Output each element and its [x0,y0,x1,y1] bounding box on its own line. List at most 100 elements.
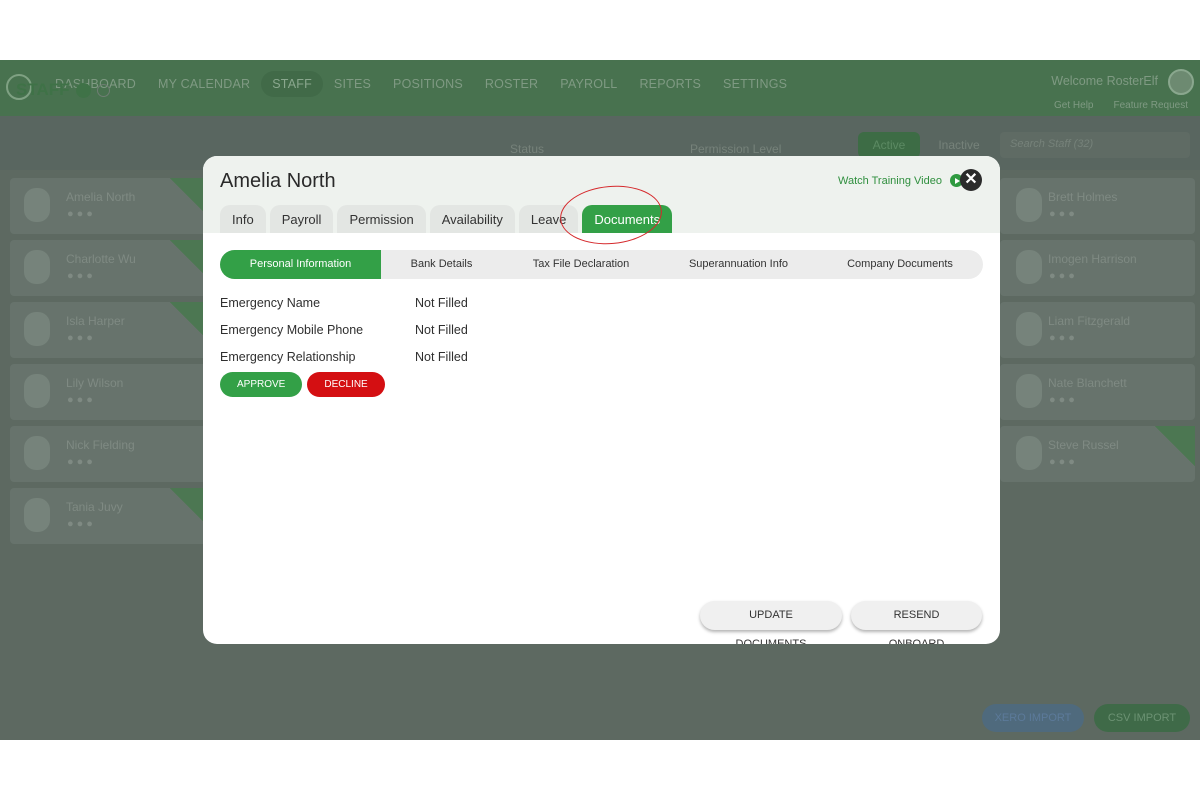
staff-card[interactable]: Nick Fielding ●●● [10,426,210,482]
staff-status-icons: ●●● [1049,208,1078,220]
avatar [1016,188,1042,222]
tab-documents[interactable]: Documents [582,205,673,233]
update-documents-button[interactable]: UPDATE DOCUMENTS [700,601,842,644]
staff-title: STAFF [16,80,110,100]
subtab-superannuation-info[interactable]: Superannuation Info [660,250,817,279]
nav-settings[interactable]: SETTINGS [712,71,798,97]
staff-card[interactable]: Charlotte Wu ●●● [10,240,210,296]
watch-training-label: Watch Training Video [838,174,942,187]
field-value: Not Filled [415,322,468,337]
staff-name: Liam Fitzgerald [1048,314,1131,328]
search-staff-input[interactable]: Search Staff (32) [1000,132,1190,158]
xero-import-button[interactable]: XERO IMPORT [982,704,1084,732]
staff-status-icons: ●●● [67,270,96,282]
nav-reports[interactable]: REPORTS [628,71,712,97]
nav-my-calendar[interactable]: MY CALENDAR [147,71,261,97]
user-avatar[interactable] [1168,69,1194,95]
welcome-text: Welcome RosterElf [1051,74,1158,88]
close-button[interactable]: ✕ [960,169,982,191]
tab-info[interactable]: Info [220,205,266,233]
get-help-link[interactable]: Get Help [1054,100,1093,111]
staff-card[interactable]: Liam Fitzgerald ●●● [1000,302,1195,358]
staff-card[interactable]: Steve Russel ●●● [1000,426,1195,482]
field-row: Emergency Relationship Not Filled [220,343,468,370]
staff-status-icons: ●●● [67,332,96,344]
subtab-personal-information[interactable]: Personal Information [220,250,381,279]
modal-title: Amelia North [220,170,336,192]
field-value: Not Filled [415,349,468,364]
nav-sites[interactable]: SITES [323,71,382,97]
nav-staff[interactable]: STAFF [261,71,323,97]
subtab-company-documents[interactable]: Company Documents [817,250,983,279]
avatar [1016,312,1042,346]
staff-name: Lily Wilson [66,376,124,390]
tab-availability[interactable]: Availability [429,205,515,233]
watch-training-video-link[interactable]: Watch Training Video [838,174,963,187]
add-staff-icon[interactable] [75,82,91,98]
subtab-bank-details[interactable]: Bank Details [381,250,502,279]
nav-positions[interactable]: POSITIONS [382,71,474,97]
field-label: Emergency Relationship [220,349,356,364]
avatar [1016,436,1042,470]
field-label: Emergency Mobile Phone [220,322,364,337]
avatar [24,436,50,470]
staff-name: Charlotte Wu [66,252,136,266]
avatar [24,374,50,408]
tab-permission[interactable]: Permission [337,205,426,233]
staff-card[interactable]: Brett Holmes ●●● [1000,178,1195,234]
subtab-tax-file-declaration[interactable]: Tax File Declaration [502,250,660,279]
active-toggle[interactable]: Active [858,132,920,158]
staff-name: Tania Juvy [66,500,123,514]
staff-name: Nick Fielding [66,438,135,452]
feature-request-link[interactable]: Feature Request [1114,100,1189,111]
staff-status-icons: ●●● [67,456,96,468]
avatar [24,498,50,532]
approval-actions: APPROVE DECLINE [220,372,385,397]
tab-payroll[interactable]: Payroll [269,205,334,233]
inactive-toggle[interactable]: Inactive [928,132,990,158]
staff-status-icons: ●●● [67,394,96,406]
staff-status-icons: ●●● [67,208,96,220]
csv-import-button[interactable]: CSV IMPORT [1094,704,1190,732]
staff-name: Imogen Harrison [1048,252,1137,266]
nav-payroll[interactable]: PAYROLL [549,71,628,97]
staff-name: Amelia North [66,190,136,204]
staff-name: Brett Holmes [1048,190,1118,204]
status-ribbon [1155,426,1195,466]
personal-info-fields: Emergency Name Not Filled Emergency Mobi… [220,289,468,370]
staff-status-icons: ●●● [1049,270,1078,282]
decline-button[interactable]: DECLINE [307,372,385,397]
avatar [1016,250,1042,284]
staff-name: Steve Russel [1048,438,1119,452]
staff-card[interactable]: Isla Harper ●●● [10,302,210,358]
staff-card[interactable]: Tania Juvy ●●● [10,488,210,544]
help-icon[interactable] [96,83,110,97]
avatar [24,250,50,284]
help-links: Get Help Feature Request [1054,100,1188,111]
staff-name: Isla Harper [66,314,125,328]
staff-status-icons: ●●● [1049,394,1078,406]
staff-name: Nate Blanchett [1048,376,1127,390]
field-row: Emergency Mobile Phone Not Filled [220,316,468,343]
document-subtabs: Personal Information Bank Details Tax Fi… [220,250,983,279]
field-value: Not Filled [415,295,468,310]
staff-modal: Amelia North Watch Training Video ✕ Info… [203,156,1000,644]
staff-card[interactable]: Lily Wilson ●●● [10,364,210,420]
approve-button[interactable]: APPROVE [220,372,303,397]
staff-card[interactable]: Imogen Harrison ●●● [1000,240,1195,296]
nav-items: DASHBOARD MY CALENDAR STAFF SITES POSITI… [44,71,798,97]
staff-status-icons: ●●● [67,518,96,530]
staff-status-icons: ●●● [1049,456,1078,468]
modal-tabs: Info Payroll Permission Availability Lea… [220,205,673,233]
avatar [24,188,50,222]
staff-status-icons: ●●● [1049,332,1078,344]
nav-roster[interactable]: ROSTER [474,71,549,97]
staff-title-text: STAFF [16,80,70,99]
staff-card[interactable]: Nate Blanchett ●●● [1000,364,1195,420]
top-nav: DASHBOARD MY CALENDAR STAFF SITES POSITI… [0,60,1200,116]
tab-leave[interactable]: Leave [518,205,579,233]
field-row: Emergency Name Not Filled [220,289,468,316]
avatar [24,312,50,346]
staff-card[interactable]: Amelia North ●●● [10,178,210,234]
resend-onboard-button[interactable]: RESEND ONBOARD [851,601,982,644]
